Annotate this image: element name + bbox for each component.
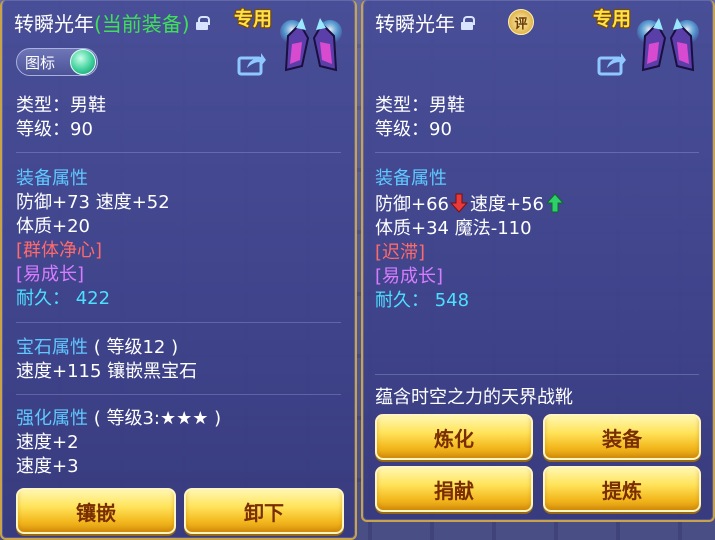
gem-line: 速度+115 镶嵌黑宝石: [16, 361, 198, 382]
enhance-level: ( 等级3:★★★ ): [93, 408, 222, 429]
equip-button[interactable]: 装备: [543, 414, 701, 460]
attributes-line-2: 体质+34 魔法-110: [375, 218, 532, 239]
enhance-attributes: 强化属性 ( 等级3:★★★ ): [16, 407, 221, 431]
special-effect: [易成长]: [375, 266, 444, 287]
icon-toggle[interactable]: 图标: [16, 48, 98, 76]
compare-equipment-panel: 转瞬光年 评 专用 类型：男鞋 等级：90 装备属性 防御+66 速度+56 体质…: [361, 0, 715, 522]
toggle-knob[interactable]: [70, 49, 96, 75]
section-divider: [375, 374, 699, 375]
item-title: 转瞬光年: [375, 8, 475, 37]
exclusive-badge: 专用: [234, 8, 273, 30]
extract-button[interactable]: 提炼: [543, 466, 701, 512]
section-divider: [16, 394, 341, 395]
share-icon[interactable]: [237, 50, 267, 76]
enhance-line-1: 速度+2: [16, 432, 79, 453]
gem-level: ( 等级12 ): [93, 337, 179, 358]
item-level: 等级：90: [16, 119, 93, 140]
durability-label: 耐久：: [16, 288, 70, 309]
special-skill: [迟滞]: [375, 242, 426, 263]
arrow-up-icon: [546, 193, 564, 213]
attributes-header: 装备属性: [375, 168, 447, 189]
current-equipment-panel: 转瞬光年 (当前装备) 专用 图标 类型：男鞋 等级：90 装备属性 防御+73…: [0, 0, 357, 540]
inlay-button[interactable]: 镶嵌: [16, 488, 176, 534]
item-name: 转瞬光年: [375, 12, 455, 36]
current-equipped-tag: (当前装备): [94, 12, 190, 36]
toggle-label: 图标: [25, 53, 56, 72]
attributes-line-1: 防御+66 速度+56: [375, 193, 564, 217]
durability: 耐久： 422: [16, 287, 110, 311]
special-effect: [易成长]: [16, 264, 85, 285]
unequip-button[interactable]: 卸下: [184, 488, 344, 534]
rate-icon[interactable]: 评: [508, 9, 534, 35]
attributes-line-1: 防御+73 速度+52: [16, 192, 170, 213]
refine-button[interactable]: 炼化: [375, 414, 533, 460]
durability-label: 耐久：: [375, 290, 429, 311]
speed-value: 速度+56: [470, 194, 544, 215]
item-level: 等级：90: [375, 119, 452, 140]
section-divider: [16, 152, 341, 153]
attributes-header: 装备属性: [16, 168, 88, 189]
durability-value: 422: [75, 288, 111, 309]
donate-button[interactable]: 捐献: [375, 466, 533, 512]
attributes-line-2: 体质+20: [16, 216, 90, 237]
lock-icon[interactable]: [461, 15, 475, 30]
durability: 耐久： 548: [375, 289, 469, 313]
boot-icon: [280, 18, 342, 72]
section-divider: [375, 152, 699, 153]
gem-header: 宝石属性: [16, 337, 88, 358]
enhance-header: 强化属性: [16, 408, 88, 429]
enhance-line-2: 速度+3: [16, 456, 79, 477]
durability-value: 548: [434, 290, 470, 311]
item-type: 类型：男鞋: [16, 95, 106, 116]
gem-attributes: 宝石属性 ( 等级12 ): [16, 336, 178, 360]
item-description: 蕴含时空之力的天界战靴: [375, 387, 573, 408]
lock-icon[interactable]: [195, 15, 210, 30]
item-name: 转瞬光年: [14, 12, 94, 36]
defense-value: 防御+66: [375, 194, 449, 215]
item-title: 转瞬光年 (当前装备): [14, 8, 210, 37]
special-skill: [群体净心]: [16, 240, 103, 261]
arrow-down-icon: [450, 193, 468, 213]
share-icon[interactable]: [597, 50, 627, 76]
exclusive-badge: 专用: [593, 8, 632, 30]
boot-icon: [637, 18, 699, 72]
item-type: 类型：男鞋: [375, 95, 465, 116]
section-divider: [16, 322, 341, 323]
